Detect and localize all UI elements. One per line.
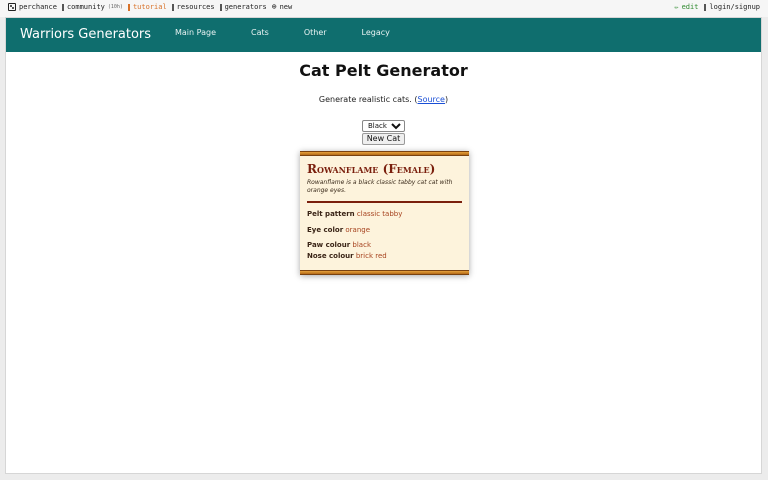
generators-label: generators — [224, 3, 267, 11]
nav-link-main-page[interactable]: Main Page — [175, 18, 216, 48]
stat-label: Nose colour — [307, 252, 354, 260]
community-link[interactable]: community (10h) — [61, 3, 123, 11]
community-label: community — [66, 3, 105, 11]
generators-icon — [219, 3, 222, 11]
stat-nose-colour: Nose colour brick red — [307, 252, 387, 260]
new-generator-link[interactable]: ⊕ new — [271, 2, 293, 12]
stat-value: classic tabby — [356, 210, 403, 218]
page-title: Cat Pelt Generator — [299, 61, 468, 80]
edit-link[interactable]: ✏ edit — [674, 3, 698, 11]
stat-pelt-pattern: Pelt pattern classic tabby — [307, 210, 402, 218]
stat-label: Eye color — [307, 226, 344, 234]
dice-icon — [8, 3, 16, 11]
cat-description: Rowanflame is a black classic tabby cat … — [307, 179, 453, 194]
resources-icon — [171, 3, 174, 11]
resources-link[interactable]: resources — [171, 3, 215, 11]
subtitle-suffix: ) — [444, 95, 449, 104]
edit-label: edit — [681, 3, 699, 11]
pencil-icon: ✏ — [674, 3, 679, 11]
card-top-border — [300, 151, 469, 156]
source-link[interactable]: Source — [417, 95, 444, 104]
navbar: Warriors Generators Main Page Cats Other… — [6, 18, 761, 52]
stat-value: orange — [345, 226, 371, 234]
nav-link-other[interactable]: Other — [304, 18, 327, 48]
cat-card: Rowanflame (Female) Rowanflame is a blac… — [300, 151, 469, 275]
perchance-label: perchance — [19, 3, 57, 11]
new-cat-button[interactable]: New Cat — [361, 133, 406, 145]
generator-frame: Warriors Generators Main Page Cats Other… — [5, 17, 762, 474]
tutorial-link[interactable]: tutorial — [127, 3, 167, 11]
community-icon — [61, 3, 64, 11]
login-signup-link[interactable]: login/signup — [704, 3, 760, 11]
nav-brand[interactable]: Warriors Generators — [20, 18, 151, 52]
tutorial-label: tutorial — [132, 3, 167, 11]
perchance-home-link[interactable]: perchance — [8, 3, 57, 11]
user-icon — [704, 3, 707, 11]
nav-link-cats[interactable]: Cats — [251, 18, 269, 48]
new-label: new — [279, 3, 293, 11]
stat-value: brick red — [355, 252, 387, 260]
cat-name: Rowanflame (Female) — [307, 162, 436, 176]
community-count: (10h) — [107, 4, 123, 10]
resources-label: resources — [176, 3, 215, 11]
page-subtitle: Generate realistic cats. (Source) — [6, 95, 761, 104]
new-cat-row: New Cat — [6, 126, 761, 145]
stat-eye-color: Eye color orange — [307, 226, 370, 234]
topbar-right: ✏ edit login/signup — [674, 3, 760, 11]
subtitle-prefix: Generate realistic cats. ( — [318, 95, 418, 104]
card-bottom-border — [300, 270, 469, 275]
tutorial-icon — [127, 3, 130, 11]
nav-link-legacy[interactable]: Legacy — [362, 18, 390, 48]
topbar-left: perchance community (10h) tutorial resou… — [8, 3, 292, 11]
stat-paw-colour: Paw colour black — [307, 241, 371, 249]
card-divider — [307, 201, 462, 203]
nav-links: Main Page Cats Other Legacy — [175, 18, 425, 52]
perchance-topbar: perchance community (10h) tutorial resou… — [0, 0, 768, 17]
generators-link[interactable]: generators — [219, 3, 267, 11]
stat-label: Pelt pattern — [307, 210, 355, 218]
stat-label: Paw colour — [307, 241, 351, 249]
plus-circle-icon: ⊕ — [271, 2, 277, 11]
login-label: login/signup — [709, 3, 760, 11]
stat-value: black — [352, 241, 372, 249]
